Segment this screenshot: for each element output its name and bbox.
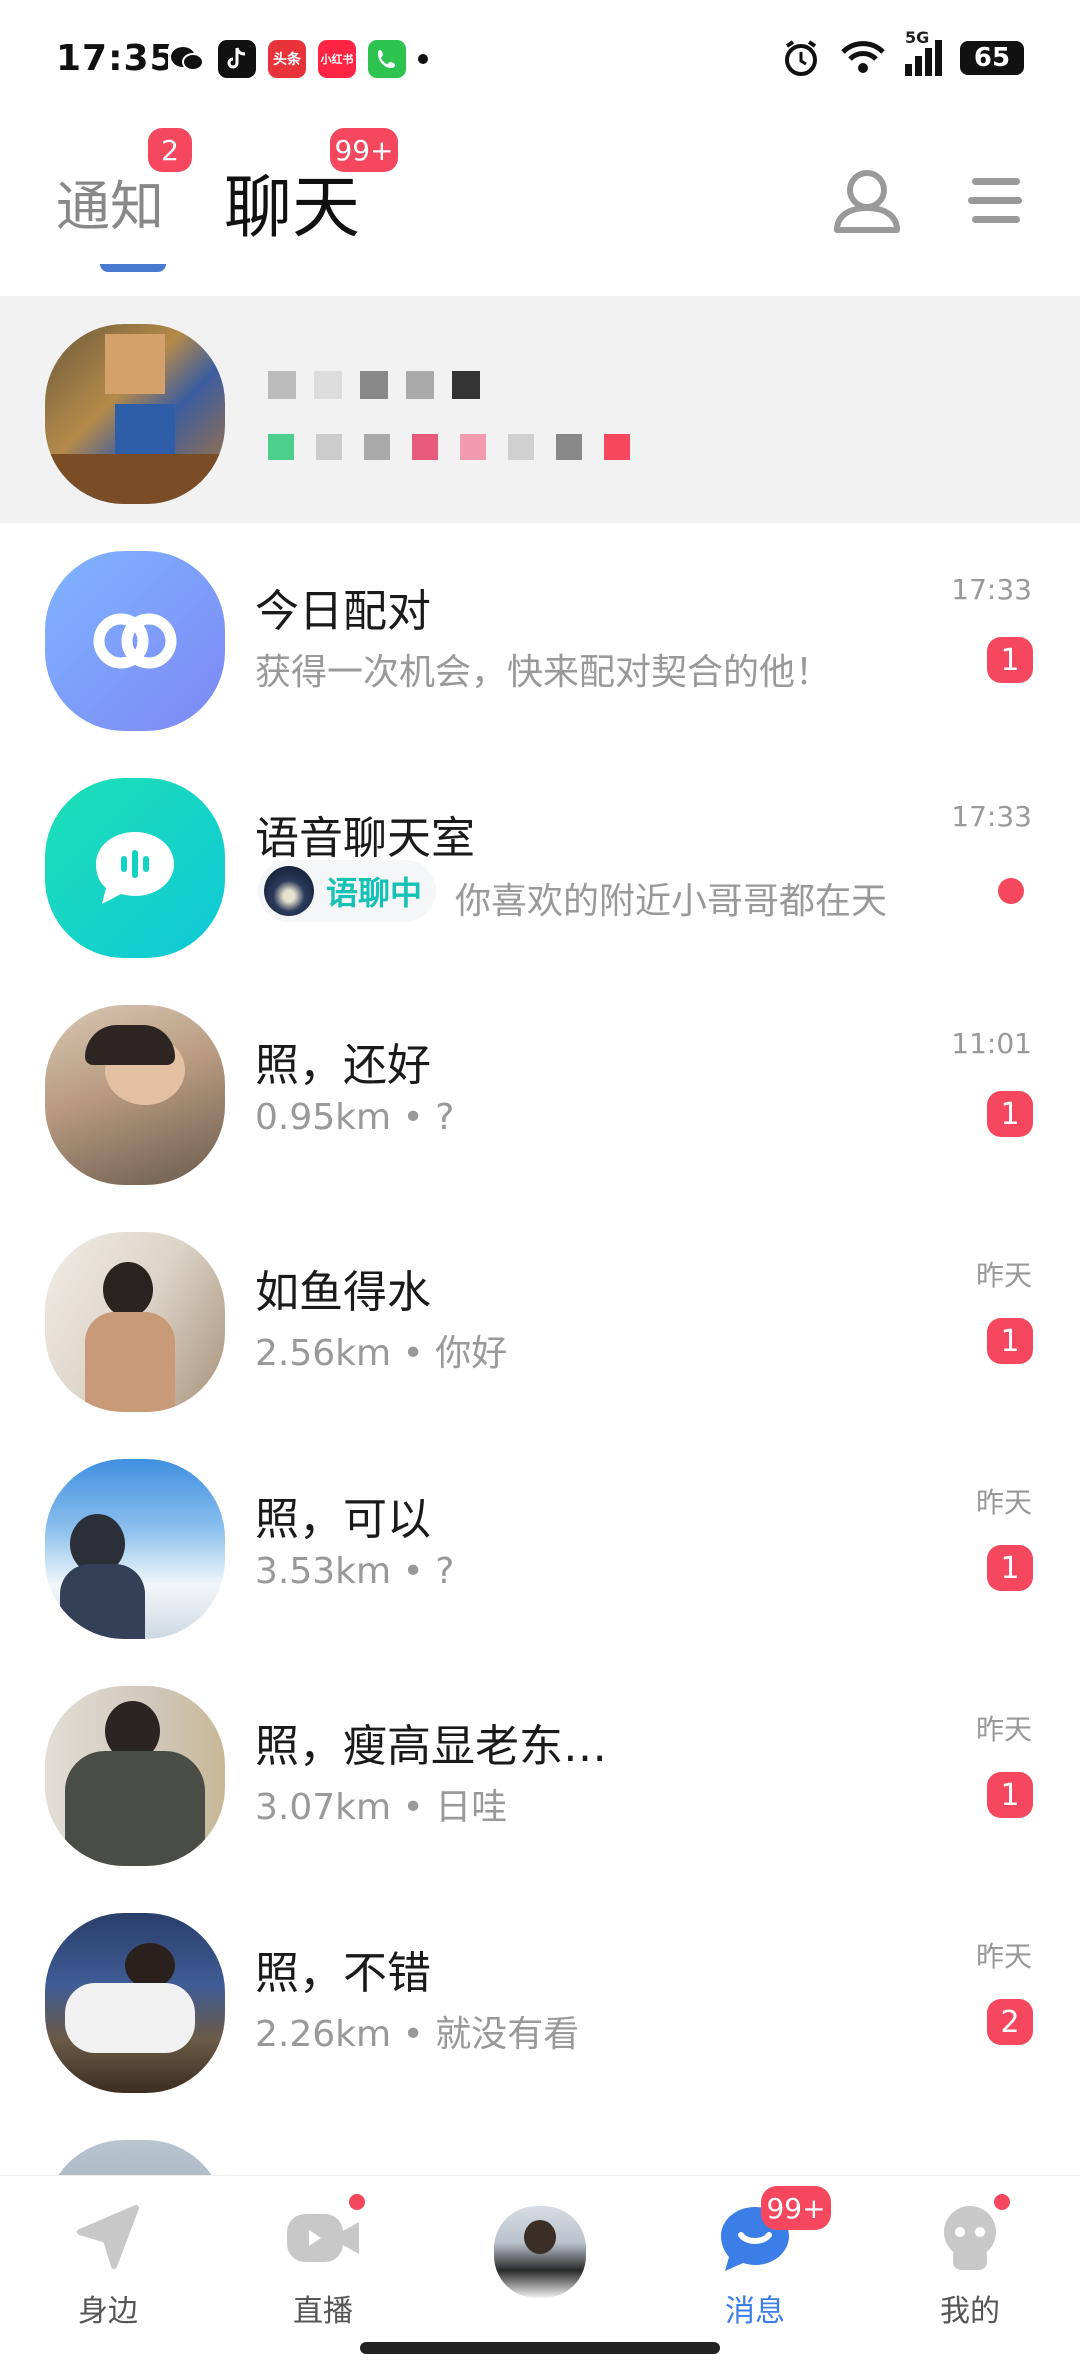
chat-name: 今日配对 (255, 586, 431, 637)
alarm-icon (785, 40, 817, 76)
video-icon (283, 2194, 365, 2278)
notifications-badge: 2 (148, 128, 192, 172)
status-app-icons: 头条 小红书 (168, 40, 428, 78)
contacts-icon (834, 170, 900, 233)
chat-row-voice-room[interactable]: 语音聊天室 语聊中 你喜欢的附近小哥哥都在天 17:33 (0, 750, 1080, 977)
chat-time: 昨天 (975, 1486, 1032, 1519)
chat-time: 17:33 (951, 800, 1032, 833)
status-bar: 17:35 头条 小红书 5G 65 (0, 0, 1080, 110)
status-time: 17:35 (56, 38, 176, 79)
menu-button[interactable] (955, 160, 1037, 242)
chat-time: 11:01 (951, 1027, 1032, 1060)
messages-badge: 99+ (761, 2186, 831, 2230)
nav-label: 直播 (293, 2294, 353, 2329)
nav-center-avatar[interactable] (465, 2206, 615, 2298)
toutiao-icon: 头条 (268, 40, 306, 78)
home-indicator[interactable] (360, 2342, 720, 2354)
host-avatar (264, 866, 314, 916)
chat-preview: 0.95km • ? (255, 1097, 455, 1138)
avatar (45, 1913, 225, 2093)
scrolled-avatar-edge (100, 264, 166, 272)
notification-dot (418, 54, 428, 64)
avatar (45, 551, 225, 731)
chat-row-partial[interactable] (0, 2112, 1080, 2175)
chat-preview: 3.07km • 日哇 (255, 1787, 508, 1828)
chat-preview: 2.56km • 你好 (255, 1333, 508, 1374)
chat-time: 昨天 (975, 1940, 1032, 1973)
avatar (45, 2140, 225, 2175)
unread-count: 1 (987, 1091, 1033, 1137)
wechat-icon (168, 40, 206, 78)
header: 通知 2 聊天 99+ (0, 110, 1080, 290)
chat-row-today-match[interactable]: 今日配对 获得一次机会，快来配对契合的他！ 17:33 1 (0, 523, 1080, 750)
status-indicators: 5G 65 (781, 28, 1024, 78)
unread-count: 1 (987, 1545, 1033, 1591)
wifi-icon (841, 41, 885, 73)
tab-notifications[interactable]: 通知 (56, 162, 164, 241)
chat-time: 昨天 (975, 1713, 1032, 1746)
nav-label: 身边 (78, 2294, 138, 2329)
chat-name: 语音聊天室 (255, 813, 475, 864)
avatar (45, 1686, 225, 1866)
avatar (45, 1232, 225, 1412)
unread-count: 2 (987, 1999, 1033, 2045)
nav-nearby[interactable]: 身边 (33, 2198, 183, 2330)
blurred-name (268, 371, 480, 399)
chat-preview: 获得一次机会，快来配对契合的他！ (255, 652, 832, 693)
chat-time: 17:33 (951, 573, 1032, 606)
nav-label: 消息 (725, 2294, 785, 2329)
chat-name: 照，还好 (255, 1040, 431, 1091)
live-tag-label: 语聊中 (326, 874, 423, 912)
nav-messages[interactable]: 99+ 消息 (680, 2186, 831, 2330)
match-icon (93, 613, 177, 669)
chat-name: 照，瘦高显老东… (255, 1721, 607, 1772)
chat-row[interactable]: 如鱼得水 2.56km • 你好 昨天 1 (0, 1204, 1080, 1431)
avatar (45, 1005, 225, 1185)
signal-icon: 5G (905, 28, 942, 76)
unread-count: 1 (987, 637, 1033, 683)
chat-row[interactable]: 照，瘦高显老东… 3.07km • 日哇 昨天 1 (0, 1658, 1080, 1885)
voice-chat-icon (96, 832, 174, 904)
message-icon: 99+ (715, 2186, 831, 2278)
avatar (45, 778, 225, 958)
chat-name: 如鱼得水 (255, 1267, 431, 1318)
phone-icon (368, 40, 406, 78)
chat-row[interactable]: 照，还好 0.95km • ? 11:01 1 (0, 977, 1080, 1204)
chat-preview: 3.53km • ? (255, 1551, 455, 1592)
xiaohongshu-icon: 小红书 (318, 40, 356, 78)
battery-indicator: 65 (960, 41, 1024, 75)
douyin-icon (218, 40, 256, 78)
chat-row[interactable]: 照，可以 3.53km • ? 昨天 1 (0, 1431, 1080, 1658)
notification-dot (349, 2194, 365, 2210)
avatar (494, 2206, 586, 2298)
nav-profile[interactable]: 我的 (895, 2194, 1045, 2330)
chat-name: 照，不错 (255, 1948, 431, 1999)
chat-badge: 99+ (330, 128, 398, 172)
chat-preview: 你喜欢的附近小哥哥都在天 (455, 881, 888, 922)
avatar (45, 1459, 225, 1639)
nav-label: 我的 (940, 2294, 1000, 2329)
unread-count: 1 (987, 1318, 1033, 1364)
chat-time: 昨天 (975, 1259, 1032, 1292)
unread-dot (998, 878, 1024, 904)
location-arrow-icon (68, 2198, 148, 2278)
menu-icon (968, 178, 1022, 223)
chat-name: 照，可以 (255, 1494, 431, 1545)
notification-dot (994, 2194, 1010, 2210)
chat-row[interactable]: 照，不错 2.26km • 就没有看 昨天 2 (0, 1885, 1080, 2112)
contacts-button[interactable] (826, 160, 908, 242)
blurred-message (268, 434, 630, 460)
nav-live[interactable]: 直播 (248, 2194, 398, 2330)
voice-live-tag: 语聊中 (258, 860, 437, 922)
chat-row-pinned[interactable] (0, 296, 1080, 523)
avatar (45, 324, 225, 504)
unread-count: 1 (987, 1772, 1033, 1818)
chat-preview: 2.26km • 就没有看 (255, 2014, 580, 2055)
profile-icon (930, 2194, 1010, 2278)
